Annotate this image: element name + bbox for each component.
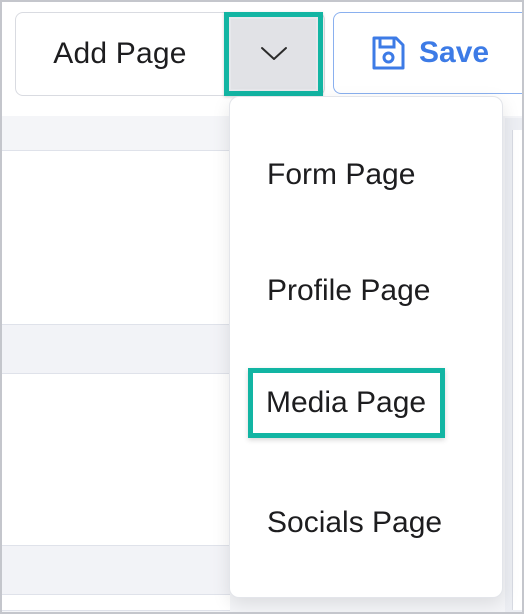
left-content-panel: [2, 150, 230, 610]
save-button[interactable]: Save: [333, 12, 524, 94]
panel-divider: [2, 150, 230, 151]
menu-item-label: Socials Page: [267, 506, 443, 539]
menu-item-label: Profile Page: [267, 274, 431, 307]
add-page-dropdown-toggle[interactable]: [224, 12, 323, 96]
add-page-dropdown-menu: Form Page Profile Page Media Page Social…: [229, 96, 503, 598]
save-icon: [372, 36, 405, 70]
dropdown-toggle-surface: [231, 19, 316, 89]
menu-item-socials-page[interactable]: Socials Page: [267, 499, 442, 547]
menu-item-profile-page[interactable]: Profile Page: [267, 267, 430, 315]
right-edge-inner: [512, 130, 523, 610]
panel-band: [2, 545, 230, 595]
menu-item-form-page[interactable]: Form Page: [267, 151, 415, 199]
menu-item-label: Media Page: [266, 386, 427, 419]
panel-band: [2, 324, 230, 374]
menu-item-media-page[interactable]: Media Page: [248, 368, 445, 438]
chevron-down-icon: [260, 47, 287, 60]
menu-item-label: Form Page: [267, 158, 416, 191]
panel-divider: [2, 610, 230, 611]
save-label: Save: [419, 36, 490, 69]
add-page-button[interactable]: Add Page: [16, 13, 224, 95]
